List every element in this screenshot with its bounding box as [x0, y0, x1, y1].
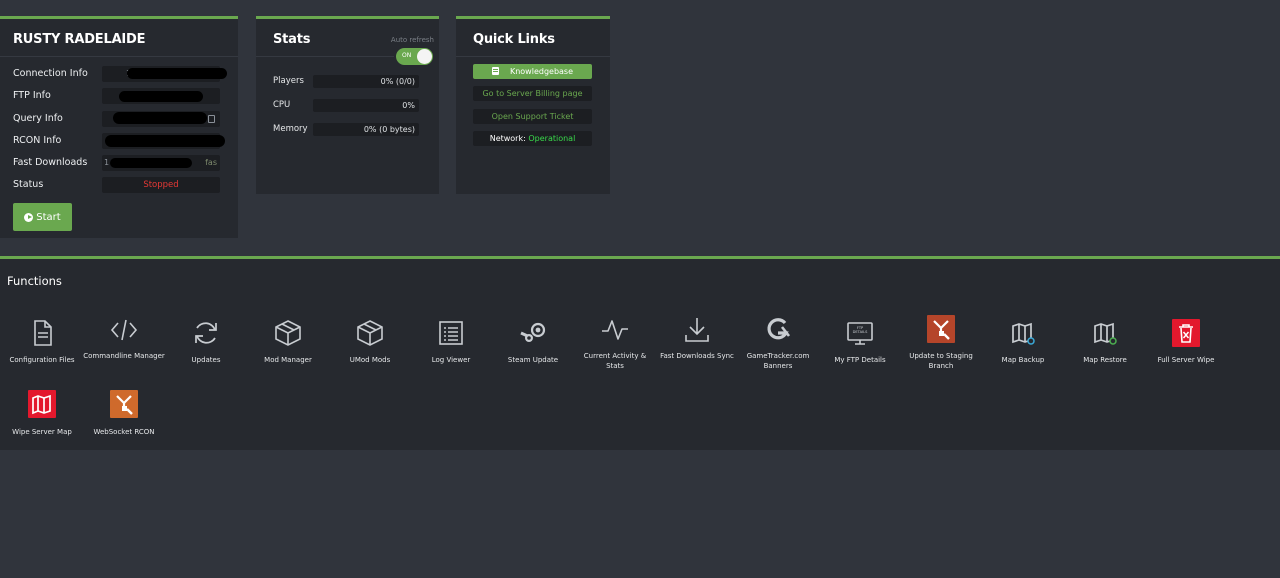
cpu-row: CPU 0%: [273, 99, 419, 113]
divider: [0, 56, 238, 57]
function-label: Log Viewer: [431, 356, 471, 364]
function-label: Update to Staging Branch: [909, 352, 973, 370]
function-label: Configuration Files: [9, 356, 75, 364]
ftp-info-row: FTP Info: [13, 88, 221, 106]
cpu-bar: 0%: [313, 99, 419, 112]
fast-downloads-label: Fast Downloads: [13, 157, 88, 168]
function-label: Map Restore: [1083, 356, 1127, 364]
redaction-mark: [119, 91, 203, 102]
copy-icon[interactable]: [208, 115, 215, 123]
function-label: My FTP Details: [834, 356, 886, 364]
billing-link[interactable]: Go to Server Billing page: [473, 86, 592, 101]
auto-refresh-toggle[interactable]: ON: [396, 48, 433, 65]
function-label: Updates: [191, 356, 221, 364]
redaction-mark: [113, 112, 207, 124]
box-icon: [275, 320, 301, 346]
rust-rcon-icon: [110, 390, 138, 418]
redaction-mark: [127, 68, 227, 79]
function-label: Current Activity & Stats: [583, 352, 647, 370]
list-icon: [439, 321, 463, 345]
redaction-mark: [105, 135, 225, 147]
players-row: Players 0% (0/0): [273, 75, 419, 89]
memory-bar: 0% (0 bytes): [313, 123, 419, 136]
start-button[interactable]: Start: [13, 203, 72, 231]
stats-panel: Stats Auto refresh ON Players 0% (0/0) C…: [256, 16, 439, 194]
network-label: Network:: [489, 134, 526, 143]
memory-label: Memory: [273, 124, 308, 134]
functions-title: Functions: [7, 274, 62, 288]
toggle-on-label: ON: [402, 52, 412, 59]
stats-title: Stats: [273, 32, 311, 47]
fast-downloads-row: Fast Downloads 1 fas: [13, 155, 221, 173]
function-label: GameTracker.com Banners: [746, 352, 810, 370]
map-restore-icon: [1094, 322, 1117, 345]
cpu-label: CPU: [273, 100, 291, 110]
auto-refresh-label: Auto refresh: [390, 36, 434, 44]
function-label: Commandline Manager: [83, 352, 165, 360]
map-backup-icon: [1012, 322, 1035, 345]
function-label: Steam Update: [507, 356, 559, 364]
players-bar: 0% (0/0): [313, 75, 419, 88]
trash-wipe-icon: [1172, 319, 1200, 347]
quick-links-title: Quick Links: [473, 32, 555, 47]
function-label: Full Server Wipe: [1157, 356, 1215, 364]
ftp-info-label: FTP Info: [13, 90, 51, 101]
fast-downloads-value: 1: [104, 158, 110, 167]
connection-info-label: Connection Info: [13, 68, 88, 79]
status-label: Status: [13, 179, 44, 190]
knowledgebase-label: Knowledgebase: [509, 67, 574, 76]
rcon-info-row: RCON Info: [13, 133, 225, 151]
status-badge: Stopped: [102, 177, 220, 193]
server-title: RUSTY RADELAIDE: [13, 32, 146, 47]
map-wipe-icon: [28, 390, 56, 418]
connection-info-row: Connection Info 1: [13, 66, 227, 84]
refresh-icon: [195, 322, 217, 344]
box-icon: [357, 320, 383, 346]
activity-icon: [602, 320, 628, 340]
steam-icon: [520, 322, 546, 342]
toggle-knob: [417, 49, 432, 64]
network-status-value: Operational: [528, 134, 576, 143]
ftp-icon-text: FTP DETAILS: [852, 326, 868, 334]
query-info-row: Query Info: [13, 111, 221, 129]
function-label: Fast Downloads Sync: [660, 352, 734, 360]
rcon-info-label: RCON Info: [13, 135, 62, 146]
divider: [256, 56, 394, 57]
status-row: Status Stopped: [13, 177, 221, 195]
gametracker-icon: [767, 318, 791, 340]
support-ticket-link[interactable]: Open Support Ticket: [473, 109, 592, 124]
query-info-label: Query Info: [13, 113, 63, 124]
code-icon: [110, 319, 138, 341]
start-button-label: Start: [36, 211, 61, 223]
function-label: Mod Manager: [264, 356, 312, 364]
memory-row: Memory 0% (0 bytes): [273, 123, 419, 137]
fast-downloads-tail: fas: [205, 158, 217, 167]
divider: [456, 56, 610, 57]
function-label: Wipe Server Map: [12, 428, 72, 436]
knowledgebase-button[interactable]: Knowledgebase: [473, 64, 592, 79]
redaction-mark: [110, 158, 192, 168]
download-icon: [685, 318, 709, 342]
file-icon: [34, 320, 52, 346]
function-label: Map Backup: [1001, 356, 1045, 364]
players-label: Players: [273, 76, 304, 86]
play-icon: [24, 212, 34, 222]
function-label: UMod Mods: [349, 356, 391, 364]
network-status: Network: Operational: [473, 131, 592, 146]
rust-staging-icon: [927, 315, 955, 343]
quick-links-panel: Quick Links Knowledgebase Go to Server B…: [456, 16, 610, 194]
functions-panel: Functions Configuration Files Commandlin…: [0, 256, 1280, 450]
document-icon: [491, 67, 499, 75]
server-panel: RUSTY RADELAIDE Connection Info 1 FTP In…: [0, 16, 238, 238]
function-label: WebSocket RCON: [93, 428, 155, 436]
